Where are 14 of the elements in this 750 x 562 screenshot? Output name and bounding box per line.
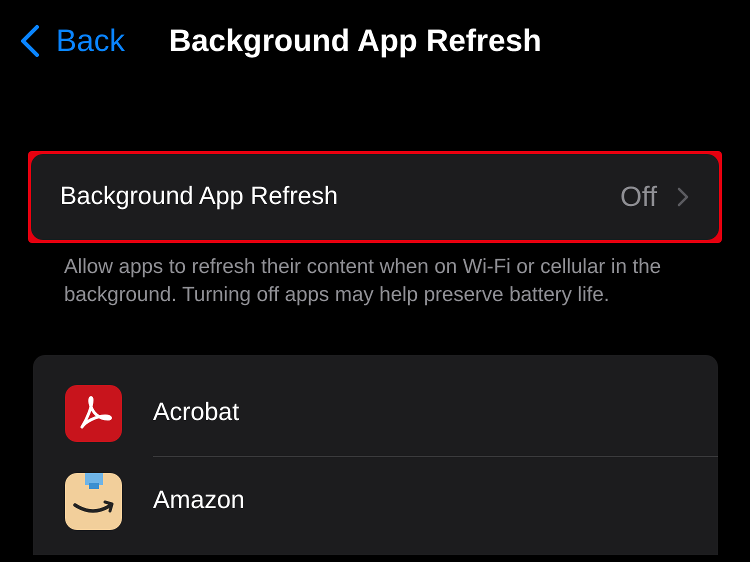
app-name: Amazon (153, 485, 245, 516)
footer-text: Allow apps to refresh their content when on Wi-Fi or cellular in the background. Turning off apps may help preserve battery life. (64, 254, 662, 308)
app-row[interactable]: Amazon (33, 457, 718, 545)
page-title: Background App Refresh (168, 22, 542, 60)
setting-label: Background App Refresh (60, 181, 339, 212)
amazon-box-icon (65, 472, 122, 530)
setting-value: Off (620, 180, 657, 214)
app-row[interactable]: Acrobat (33, 369, 718, 457)
acrobat-icon (65, 384, 122, 442)
back-chevron-icon (18, 24, 40, 58)
app-name: Acrobat (153, 396, 240, 428)
chevron-icon (677, 187, 689, 207)
back-button[interactable]: Back (18, 18, 125, 64)
setting-row[interactable]: Background App Refresh Off (31, 154, 719, 240)
